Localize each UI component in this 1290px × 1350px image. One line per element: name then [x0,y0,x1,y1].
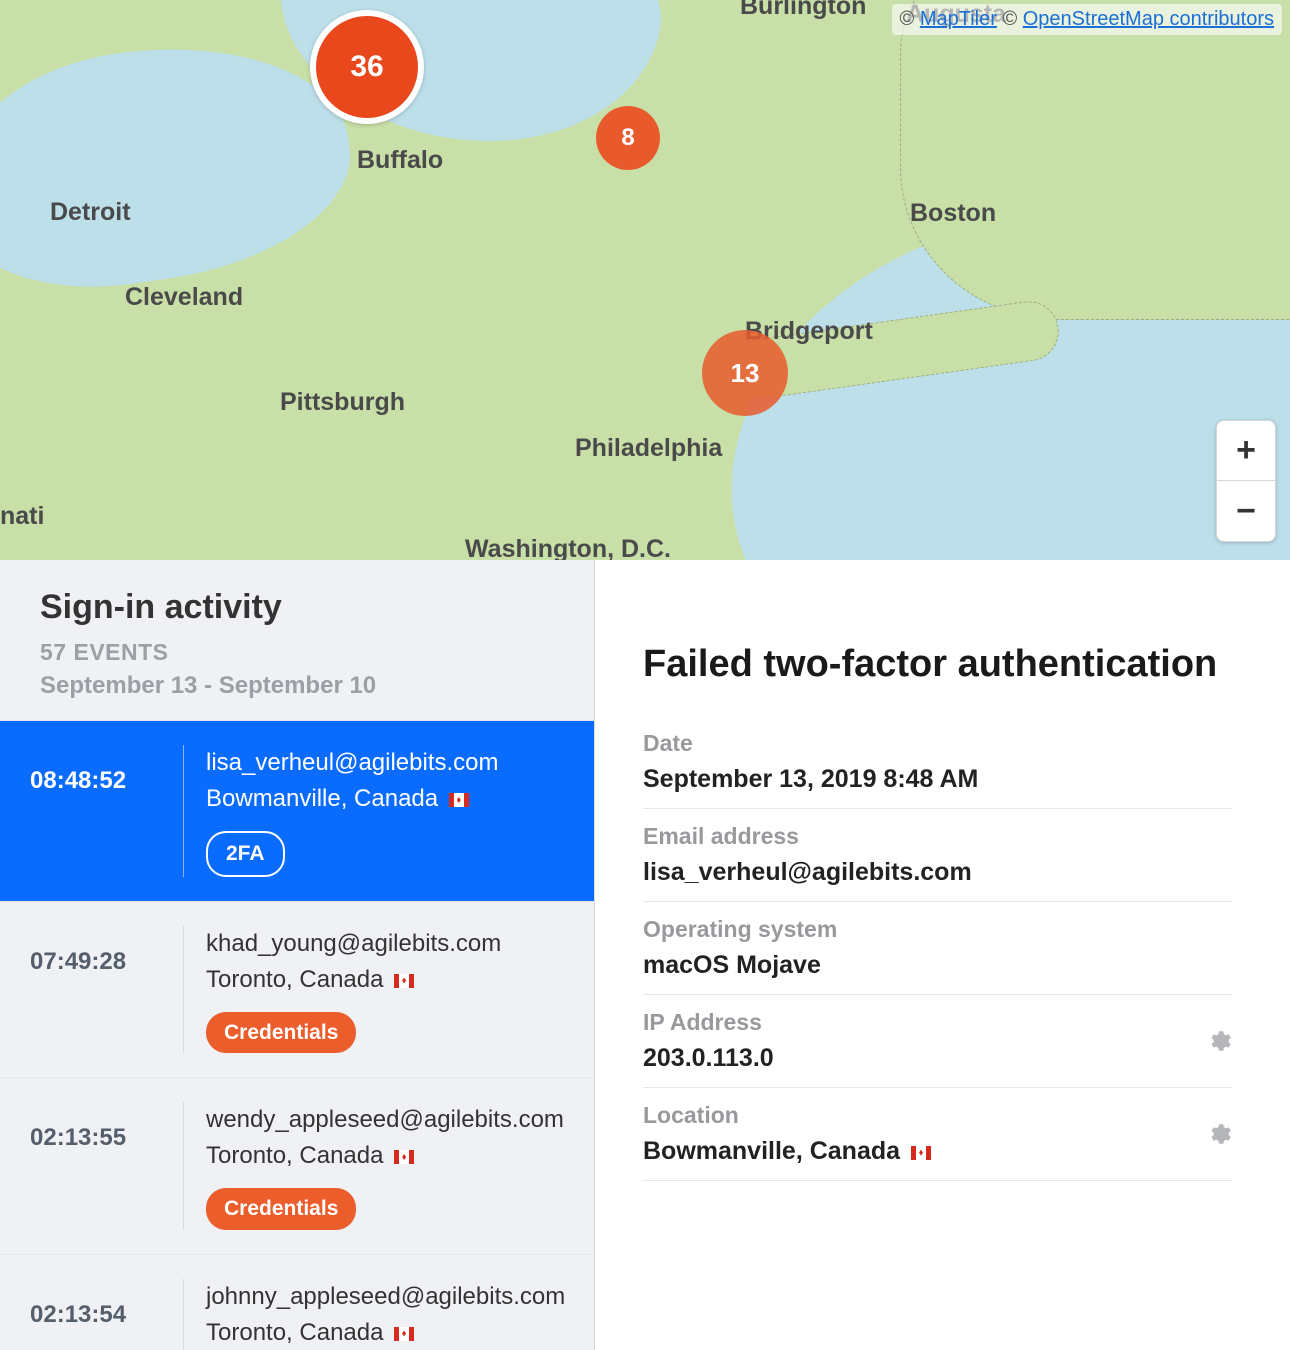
event-tag: Credentials [206,1012,356,1054]
divider [183,926,184,1054]
field-value: lisa_verheul@agilebits.com [643,858,1232,887]
event-row[interactable]: 02:13:55 wendy_appleseed@agilebits.comTor… [0,1077,594,1254]
field-value: September 13, 2019 8:48 AM [643,765,1232,794]
event-row[interactable]: 07:49:28 khad_young@agilebits.comToronto,… [0,901,594,1078]
map-landmass [900,0,1290,320]
city-label-washington: Washington, D.C. [465,535,671,560]
city-label-nati: nati [0,502,44,531]
event-time: 07:49:28 [30,926,175,976]
signin-activity-panel: Sign-in activity 57 EVENTS September 13 … [0,560,595,1350]
city-label-philadelphia: Philadelphia [575,434,722,463]
flag-icon [394,1150,414,1164]
city-label-buffalo: Buffalo [357,146,443,175]
event-email: lisa_verheul@agilebits.com [206,745,566,781]
event-list: 08:48:52 lisa_verheul@agilebits.comBowman… [0,720,594,1350]
detail-title: Failed two-factor authentication [643,642,1232,688]
gear-icon[interactable] [1206,1121,1232,1147]
divider [183,745,184,877]
divider [183,1102,184,1230]
event-time: 02:13:54 [30,1279,175,1329]
city-label-cleveland: Cleveland [125,283,243,312]
map-cluster-13[interactable]: 13 [702,330,788,416]
city-label-boston: Boston [910,199,996,228]
maptiler-link[interactable]: MapTiler [920,8,997,30]
event-location: Toronto, Canada [206,1138,566,1174]
event-location: Toronto, Canada [206,1315,566,1350]
signin-title: Sign-in activity [40,588,554,627]
event-time: 08:48:52 [30,745,175,795]
events-date-range: September 13 - September 10 [40,672,554,700]
event-location: Bowmanville, Canada [206,781,566,817]
field-label: IP Address [643,1009,1232,1036]
event-time: 02:13:55 [30,1102,175,1152]
field-email: Email address lisa_verheul@agilebits.com [643,809,1232,902]
field-ip: IP Address 203.0.113.0 [643,995,1232,1088]
event-email: wendy_appleseed@agilebits.com [206,1102,566,1138]
flag-icon [394,974,414,988]
city-label-burlington: Burlington [740,0,866,21]
gear-icon[interactable] [1206,1028,1232,1054]
field-value: 203.0.113.0 [643,1044,1232,1073]
event-row[interactable]: 08:48:52 lisa_verheul@agilebits.comBowman… [0,720,594,901]
events-count: 57 EVENTS [40,639,554,666]
field-value: macOS Mojave [643,951,1232,980]
map-attribution: © MapTiler © OpenStreetMap contributors [892,4,1282,35]
flag-icon [394,1327,414,1341]
zoom-out-button[interactable]: − [1217,481,1275,541]
osm-link[interactable]: OpenStreetMap contributors [1023,8,1274,30]
map-cluster-36[interactable]: 36 [310,10,424,124]
flag-icon [911,1146,931,1160]
event-tag: 2FA [206,831,285,877]
field-date: Date September 13, 2019 8:48 AM [643,716,1232,809]
zoom-control: + − [1216,420,1276,542]
event-tag: Credentials [206,1188,356,1230]
zoom-in-button[interactable]: + [1217,421,1275,481]
event-email: khad_young@agilebits.com [206,926,566,962]
city-label-detroit: Detroit [50,198,131,227]
field-label: Email address [643,823,1232,850]
field-label: Location [643,1102,1232,1129]
map-cluster-8[interactable]: 8 [596,106,660,170]
field-label: Date [643,730,1232,757]
field-os: Operating system macOS Mojave [643,902,1232,995]
field-location: Location Bowmanville, Canada [643,1088,1232,1181]
field-value: Bowmanville, Canada [643,1137,1232,1166]
map-panel[interactable]: Buffalo Detroit Cleveland Pittsburgh Phi… [0,0,1290,560]
event-location: Toronto, Canada [206,962,566,998]
field-label: Operating system [643,916,1232,943]
event-email: johnny_appleseed@agilebits.com [206,1279,566,1315]
divider [183,1279,184,1350]
event-detail-panel: Failed two-factor authentication Date Se… [595,560,1290,1350]
event-row[interactable]: 02:13:54 johnny_appleseed@agilebits.comTo… [0,1254,594,1350]
city-label-pittsburgh: Pittsburgh [280,388,405,417]
flag-icon [449,793,469,807]
